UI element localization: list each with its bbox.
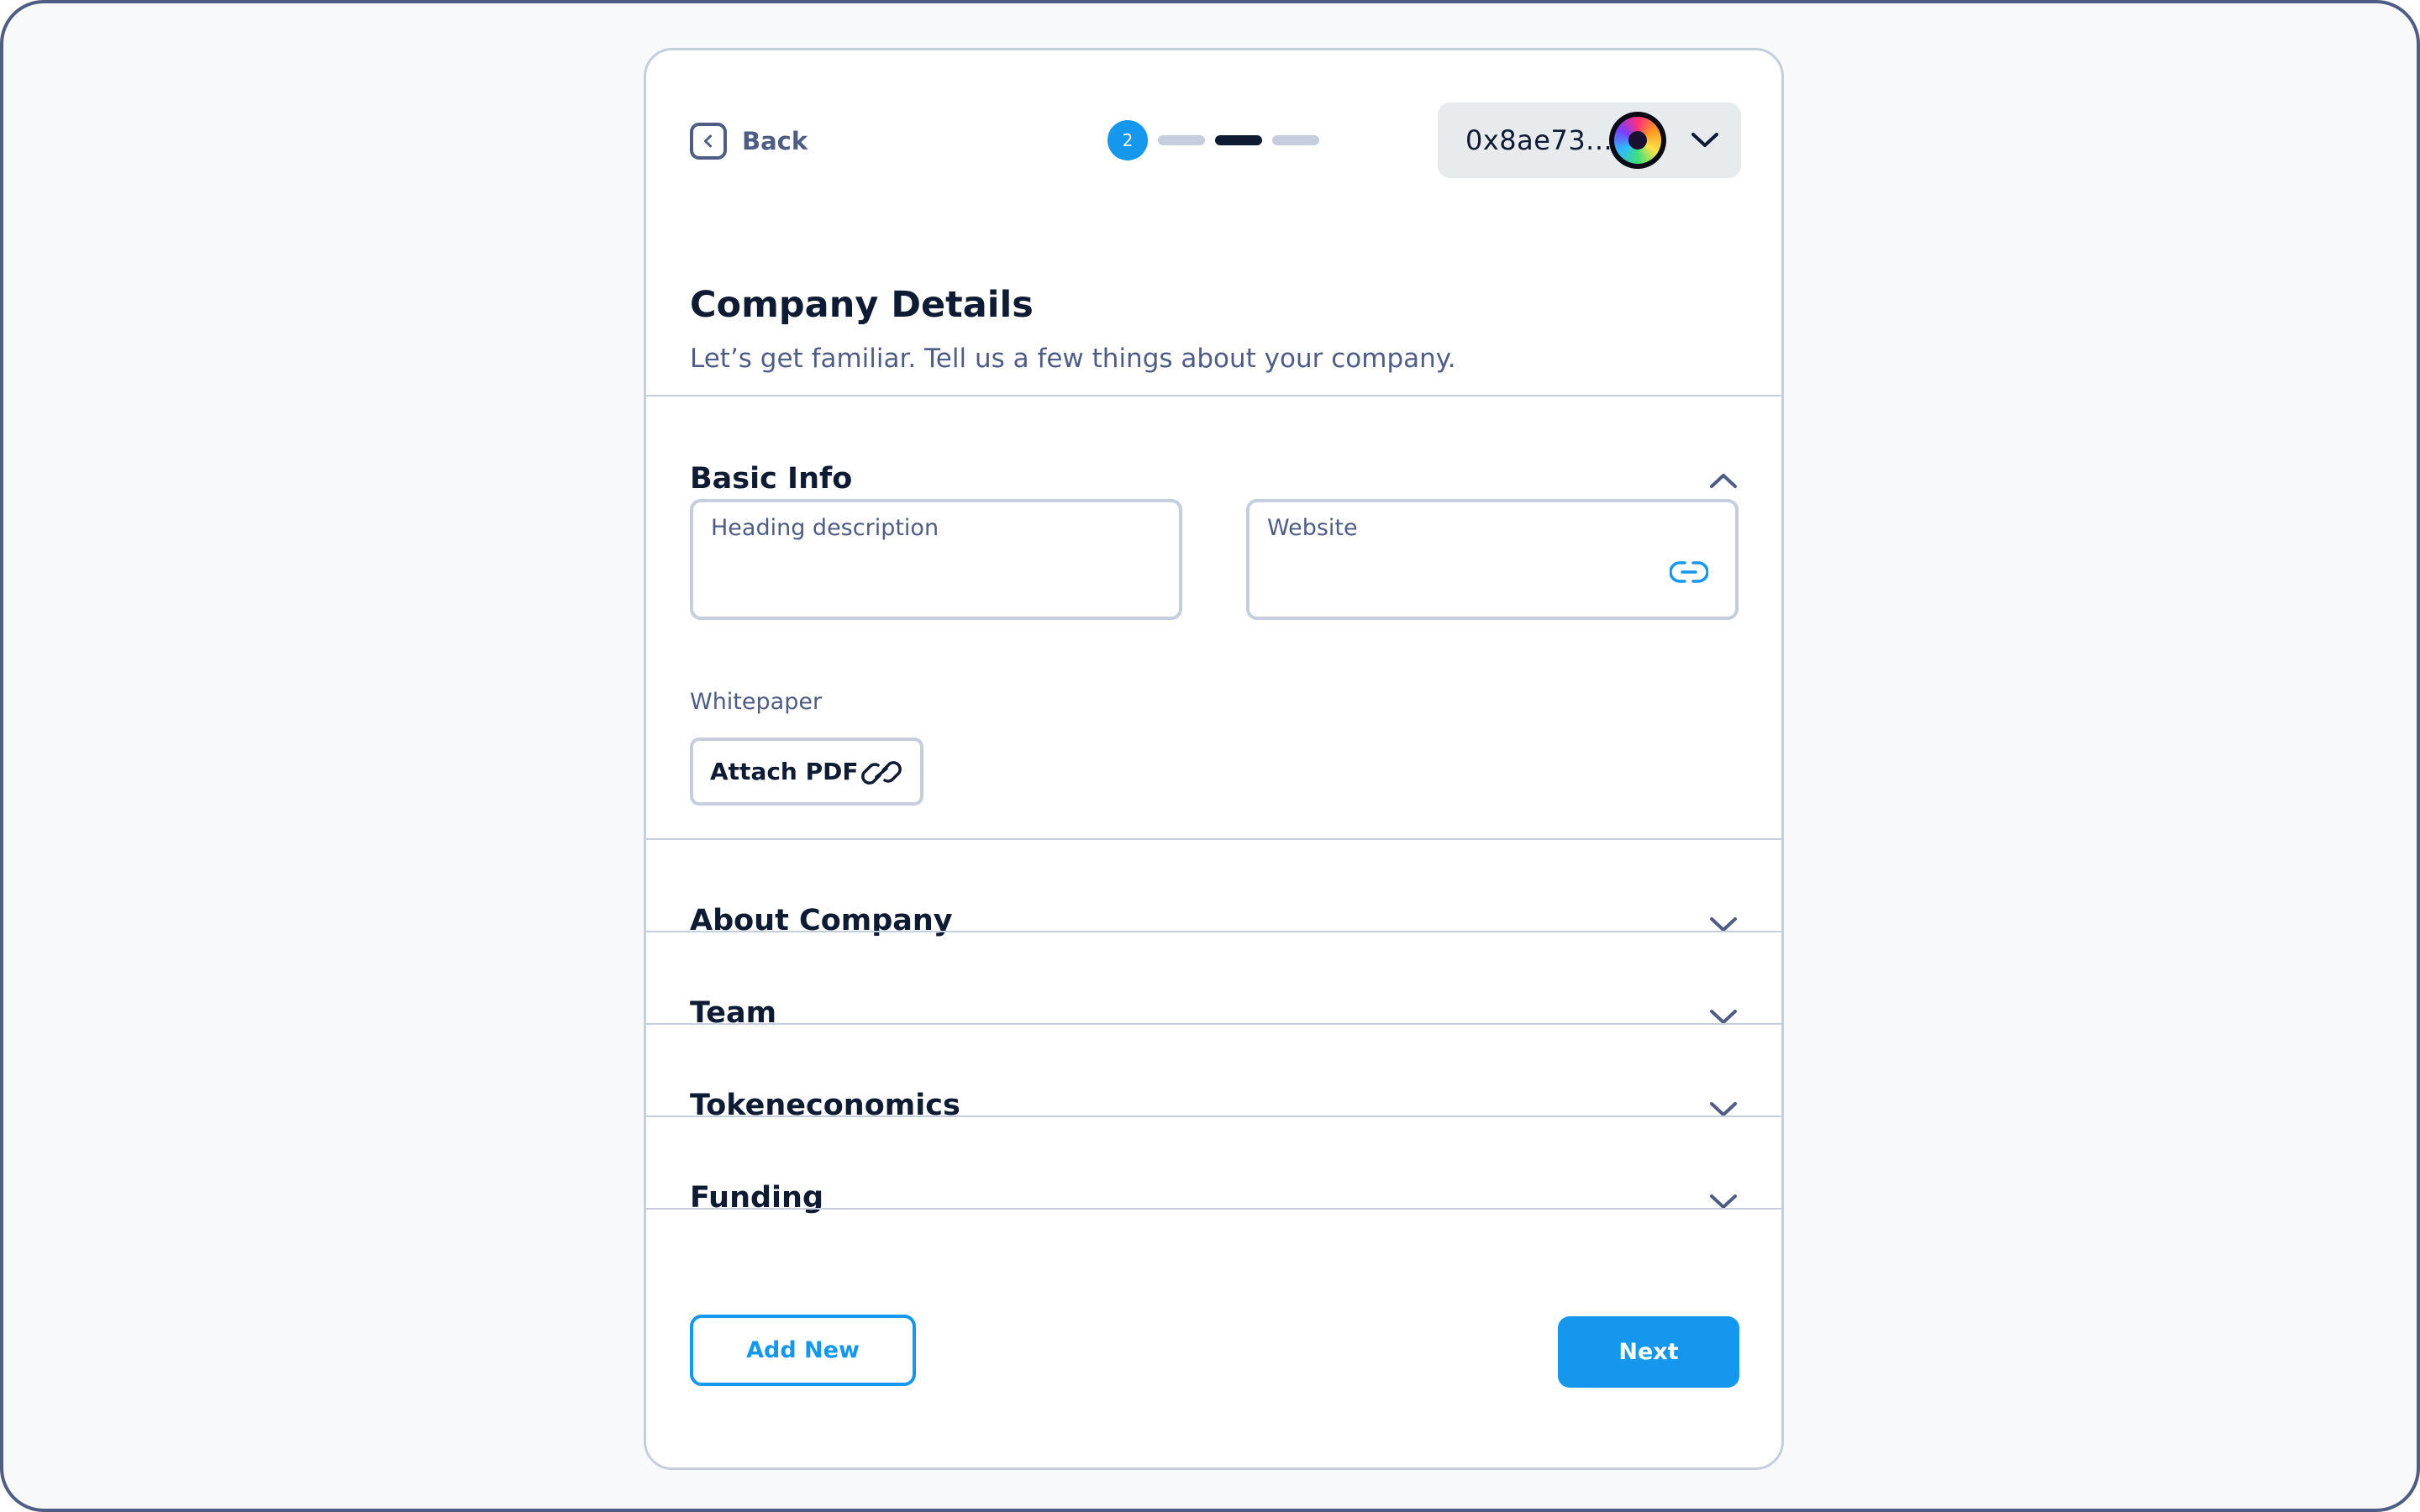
avatar-core bbox=[1628, 131, 1647, 150]
section-funding-title[interactable]: Funding bbox=[690, 1181, 823, 1215]
section-tokeneconomics-title[interactable]: Tokeneconomics bbox=[690, 1089, 960, 1122]
divider bbox=[646, 1023, 1781, 1025]
add-new-button[interactable]: Add New bbox=[690, 1315, 916, 1386]
chevron-down-icon[interactable] bbox=[1708, 911, 1739, 940]
wallet-avatar bbox=[1609, 112, 1666, 169]
page-title: Company Details bbox=[690, 284, 1034, 326]
whitepaper-label: Whitepaper bbox=[690, 689, 823, 715]
chevron-down-icon[interactable] bbox=[1708, 1189, 1739, 1217]
chevron-down-icon bbox=[1690, 128, 1720, 156]
chevron-down-icon[interactable] bbox=[1708, 1096, 1739, 1125]
chevron-down-icon[interactable] bbox=[1708, 1004, 1739, 1032]
step-bar bbox=[1158, 135, 1205, 145]
link-icon bbox=[1669, 559, 1709, 588]
attach-pdf-button[interactable]: Attach PDF bbox=[690, 738, 923, 806]
avatar-gradient bbox=[1614, 117, 1661, 164]
section-about-company-title[interactable]: About Company bbox=[690, 904, 953, 937]
step-bar bbox=[1272, 135, 1319, 145]
website-field[interactable]: Website bbox=[1246, 499, 1739, 620]
section-team-title[interactable]: Team bbox=[690, 996, 776, 1030]
back-label: Back bbox=[742, 127, 808, 155]
progress-stepper: 2 bbox=[1107, 120, 1319, 160]
heading-description-label: Heading description bbox=[711, 515, 939, 541]
paperclip-link-icon bbox=[861, 753, 902, 795]
step-bar-active bbox=[1215, 135, 1262, 145]
divider bbox=[646, 1116, 1781, 1117]
chevron-left-icon bbox=[690, 123, 727, 160]
heading-description-field[interactable]: Heading description bbox=[690, 499, 1182, 620]
chevron-up-icon[interactable] bbox=[1708, 469, 1739, 497]
current-step-indicator: 2 bbox=[1107, 120, 1148, 160]
next-button[interactable]: Next bbox=[1558, 1316, 1739, 1388]
divider bbox=[646, 931, 1781, 932]
divider bbox=[646, 1208, 1781, 1210]
divider bbox=[646, 838, 1781, 840]
attach-pdf-label: Attach PDF bbox=[710, 758, 859, 785]
company-details-card: Back 2 0x8ae73... Company Details Let’s … bbox=[644, 48, 1784, 1470]
page-subtitle: Let’s get familiar. Tell us a few things… bbox=[690, 344, 1456, 374]
wallet-address: 0x8ae73... bbox=[1465, 124, 1613, 156]
app-frame: Back 2 0x8ae73... Company Details Let’s … bbox=[0, 0, 2420, 1512]
back-button[interactable]: Back bbox=[690, 123, 808, 160]
section-basic-info-title[interactable]: Basic Info bbox=[690, 462, 852, 496]
wallet-dropdown[interactable]: 0x8ae73... bbox=[1438, 102, 1741, 178]
website-label: Website bbox=[1267, 515, 1358, 541]
divider bbox=[646, 395, 1781, 396]
